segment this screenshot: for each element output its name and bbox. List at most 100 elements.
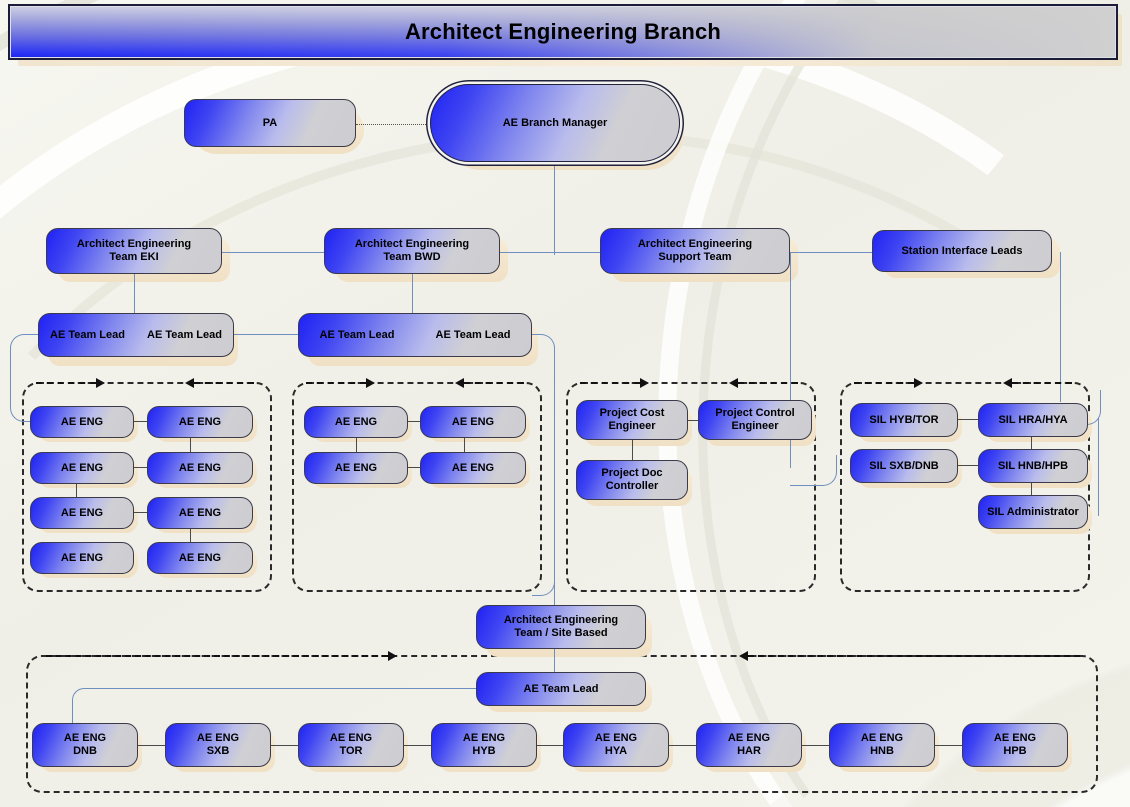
node-team-sil[interactable]: Station Interface Leads xyxy=(872,230,1052,272)
node-eki-eng-left-1[interactable]: AE ENG xyxy=(30,406,134,438)
node-bwd-eng-left-1-label: AE ENG xyxy=(334,415,378,428)
node-team-support-label: Architect Engineering Support Team xyxy=(637,238,753,263)
node-bwd-eng-right-2-label: AE ENG xyxy=(451,461,495,474)
connector-site-lead-span xyxy=(88,688,478,690)
connector-manager-to-site xyxy=(554,357,556,605)
node-bwd-eng-left-1[interactable]: AE ENG xyxy=(304,406,408,438)
node-sil-hra-hya-label: SIL HRA/HYA xyxy=(998,413,1068,426)
link-bwd-3 xyxy=(464,438,466,452)
link-site-5 xyxy=(669,745,696,747)
node-bwd-eng-right-2[interactable]: AE ENG xyxy=(420,452,526,484)
node-team-eki-label: Architect Engineering Team EKI xyxy=(76,238,192,263)
node-project-doc-controller[interactable]: Project Doc Controller xyxy=(576,460,688,500)
node-site-eng-sxb-label: AE ENG SXB xyxy=(196,732,240,757)
connector-bwd-to-lead xyxy=(412,274,414,316)
node-site-eng-hpb[interactable]: AE ENG HPB xyxy=(962,723,1068,767)
node-bwd-team-leads[interactable]: AE Team Lead AE Team Lead xyxy=(298,313,532,357)
node-site-eng-har-label: AE ENG HAR xyxy=(727,732,771,757)
node-eki-eng-right-1[interactable]: AE ENG xyxy=(147,406,253,438)
node-team-eki[interactable]: Architect Engineering Team EKI xyxy=(46,228,222,274)
connector-pa-to-manager xyxy=(356,124,432,125)
node-eki-eng-right-2-label: AE ENG xyxy=(178,461,222,474)
page-title: Architect Engineering Branch xyxy=(404,19,722,44)
node-site-eng-dnb[interactable]: AE ENG DNB xyxy=(32,723,138,767)
link-sil-1 xyxy=(958,419,979,421)
link-sil-2 xyxy=(1031,437,1033,449)
connector-manager-trunk xyxy=(554,162,556,255)
node-team-support[interactable]: Architect Engineering Support Team xyxy=(600,228,790,274)
node-team-site-based[interactable]: Architect Engineering Team / Site Based xyxy=(476,605,646,649)
node-sil-hra-hya[interactable]: SIL HRA/HYA xyxy=(978,403,1088,437)
link-site-6 xyxy=(802,745,829,747)
node-site-eng-sxb[interactable]: AE ENG SXB xyxy=(165,723,271,767)
node-ae-branch-manager-label: AE Branch Manager xyxy=(502,116,608,129)
node-eki-eng-left-2-label: AE ENG xyxy=(60,461,104,474)
link-eki-5 xyxy=(134,512,147,514)
node-bwd-eng-left-2[interactable]: AE ENG xyxy=(304,452,408,484)
node-site-eng-hya[interactable]: AE ENG HYA xyxy=(563,723,669,767)
node-bwd-lead-left-label: AE Team Lead xyxy=(319,328,395,341)
link-site-7 xyxy=(935,745,962,747)
node-sil-hyb-tor-label: SIL HYB/TOR xyxy=(869,413,939,426)
node-eki-eng-right-2[interactable]: AE ENG xyxy=(147,452,253,484)
node-site-eng-hyb-label: AE ENG HYB xyxy=(462,732,506,757)
node-team-sil-label: Station Interface Leads xyxy=(901,244,1023,257)
node-project-control-engineer-label: Project Control Engineer xyxy=(715,407,795,432)
link-site-2 xyxy=(271,745,298,747)
node-eki-eng-left-3[interactable]: AE ENG xyxy=(30,497,134,529)
node-eki-eng-right-1-label: AE ENG xyxy=(178,415,222,428)
node-site-eng-hpb-label: AE ENG HPB xyxy=(993,732,1037,757)
connector-eki-to-lead xyxy=(134,274,136,316)
link-site-4 xyxy=(537,745,563,747)
node-site-eng-har[interactable]: AE ENG HAR xyxy=(696,723,802,767)
node-bwd-lead-right-label: AE Team Lead xyxy=(435,328,511,341)
node-site-team-lead[interactable]: AE Team Lead xyxy=(476,672,646,706)
node-bwd-eng-right-1[interactable]: AE ENG xyxy=(420,406,526,438)
connector-sil-down2 xyxy=(1098,418,1100,516)
node-eki-eng-left-1-label: AE ENG xyxy=(60,415,104,428)
link-support-2 xyxy=(632,440,634,460)
node-eki-eng-left-4[interactable]: AE ENG xyxy=(30,542,134,574)
node-eki-team-leads[interactable]: AE Team Lead AE Team Lead xyxy=(38,313,234,357)
node-sil-hnb-hpb[interactable]: SIL HNB/HPB xyxy=(978,449,1088,483)
connector-sil-drop xyxy=(1060,252,1062,402)
connector-bwd-lead-down xyxy=(532,334,555,596)
node-site-eng-hya-label: AE ENG HYA xyxy=(594,732,638,757)
node-eki-lead-right-label: AE Team Lead xyxy=(147,328,222,341)
link-eki-2 xyxy=(190,438,192,452)
node-sil-administrator[interactable]: SIL Administrator xyxy=(978,495,1088,529)
node-site-eng-tor[interactable]: AE ENG TOR xyxy=(298,723,404,767)
node-bwd-eng-right-1-label: AE ENG xyxy=(451,415,495,428)
node-ae-branch-manager[interactable]: AE Branch Manager xyxy=(430,84,680,162)
node-project-cost-engineer-label: Project Cost Engineer xyxy=(599,407,665,432)
link-bwd-2 xyxy=(356,438,358,452)
link-eki-6 xyxy=(190,529,192,542)
link-site-3 xyxy=(404,745,431,747)
link-sil-4 xyxy=(1031,483,1033,495)
node-sil-sxb-dnb-label: SIL SXB/DNB xyxy=(869,459,939,472)
node-eki-eng-right-4[interactable]: AE ENG xyxy=(147,542,253,574)
org-chart-canvas: Architect Engineering Branch PA AE Branc… xyxy=(0,0,1130,807)
node-sil-sxb-dnb[interactable]: SIL SXB/DNB xyxy=(850,449,958,483)
node-eki-eng-right-3[interactable]: AE ENG xyxy=(147,497,253,529)
node-sil-administrator-label: SIL Administrator xyxy=(987,505,1079,518)
node-project-control-engineer[interactable]: Project Control Engineer xyxy=(698,400,812,440)
node-team-site-based-label: Architect Engineering Team / Site Based xyxy=(503,614,619,639)
link-sil-3 xyxy=(958,465,979,467)
link-site-1 xyxy=(138,745,165,747)
node-site-eng-hnb-label: AE ENG HNB xyxy=(860,732,904,757)
node-team-bwd-label: Architect Engineering Team BWD xyxy=(354,238,470,263)
node-eki-lead-left-label: AE Team Lead xyxy=(50,328,125,341)
node-sil-hyb-tor[interactable]: SIL HYB/TOR xyxy=(850,403,958,437)
connector-support-elbow xyxy=(790,455,837,486)
link-eki-1 xyxy=(134,421,147,423)
link-eki-4 xyxy=(76,484,78,497)
node-site-eng-hyb[interactable]: AE ENG HYB xyxy=(431,723,537,767)
node-team-bwd[interactable]: Architect Engineering Team BWD xyxy=(324,228,500,274)
node-pa-label: PA xyxy=(262,116,278,129)
node-site-eng-hnb[interactable]: AE ENG HNB xyxy=(829,723,935,767)
node-eki-eng-left-2[interactable]: AE ENG xyxy=(30,452,134,484)
node-site-team-lead-label: AE Team Lead xyxy=(523,682,599,695)
node-pa[interactable]: PA xyxy=(184,99,356,147)
node-project-cost-engineer[interactable]: Project Cost Engineer xyxy=(576,400,688,440)
